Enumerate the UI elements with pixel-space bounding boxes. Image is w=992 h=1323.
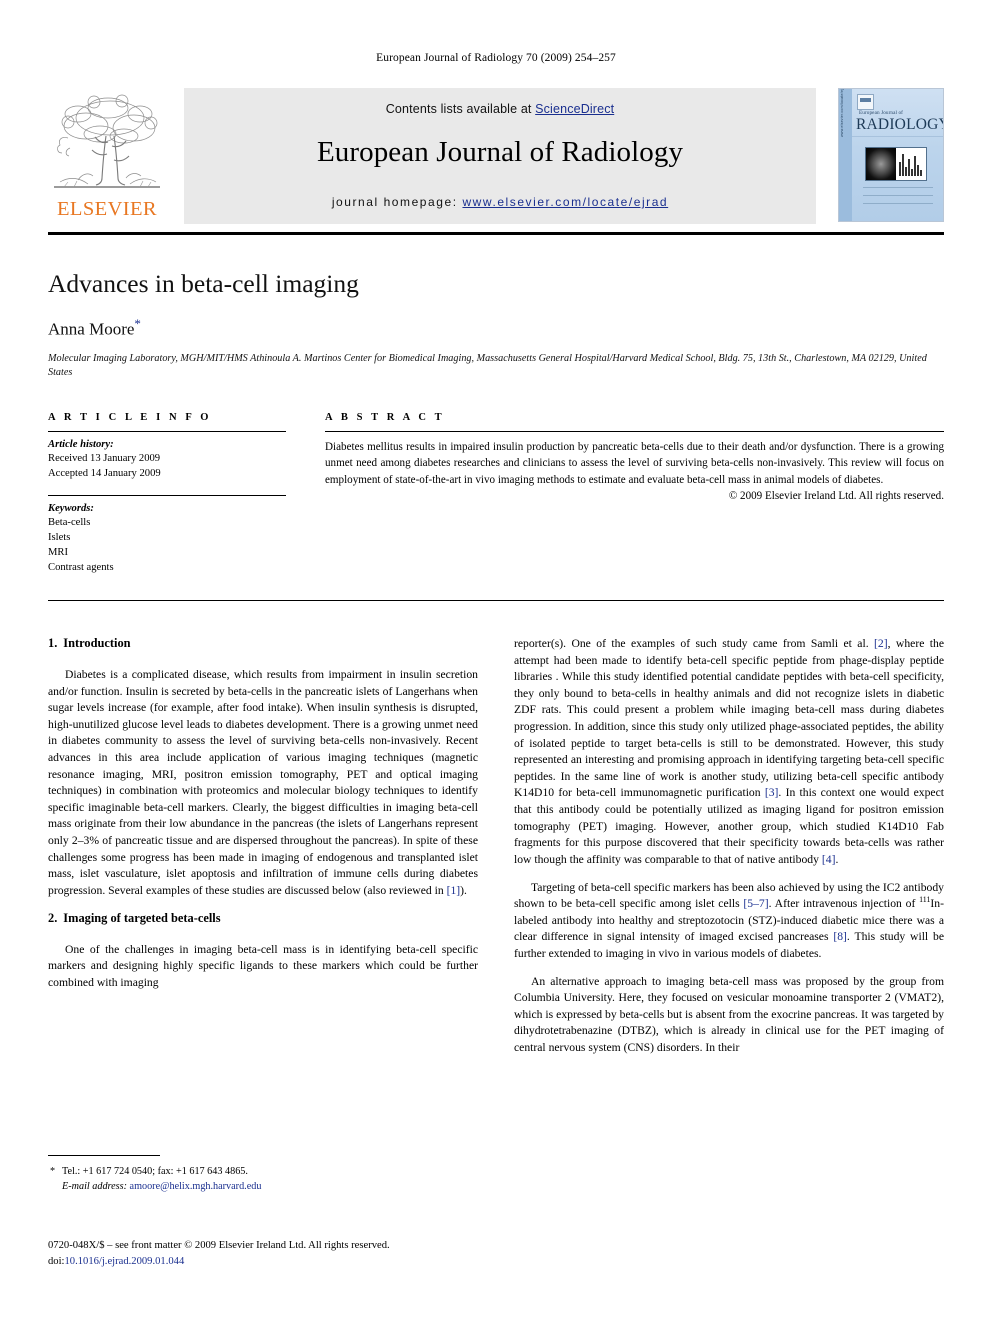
title-block: Advances in beta-cell imaging Anna Moore… bbox=[48, 269, 944, 381]
author-label: Anna Moore bbox=[48, 319, 135, 339]
keyword-item: Islets bbox=[48, 532, 71, 544]
abstract-heading: A B S T R A C T bbox=[325, 412, 445, 423]
paragraph-text: , where the attempt had been made to ide… bbox=[514, 637, 945, 800]
keyword-item: MRI bbox=[48, 547, 69, 559]
author-affiliation: Molecular Imaging Laboratory, MGH/MIT/HM… bbox=[48, 352, 927, 379]
page-title: Advances in beta-cell imaging bbox=[48, 269, 359, 298]
journal-homepage-link[interactable]: www.elsevier.com/locate/ejrad bbox=[462, 195, 668, 209]
paragraph-intro: Diabetes is a complicated disease, which… bbox=[48, 667, 478, 900]
paragraph-text: Diabetes is a complicated disease, which… bbox=[48, 668, 478, 897]
paragraph-targeting: Targeting of beta-cell specific markers … bbox=[514, 880, 944, 963]
paragraph-text: One of the challenges in imaging beta-ce… bbox=[48, 942, 478, 989]
citation-link-5-7[interactable]: [5–7] bbox=[743, 897, 768, 910]
journal-masthead: ELSEVIER Contents lists available at Sci… bbox=[48, 88, 944, 224]
running-head: European Journal of Radiology 70 (2009) … bbox=[376, 52, 616, 64]
article-info-column: A R T I C L E I N F O Article history: R… bbox=[48, 412, 286, 575]
body-column-left: 1. Introduction Diabetes is a complicated… bbox=[48, 636, 478, 1002]
cover-figure-image bbox=[865, 147, 927, 181]
keywords-block: Keywords: Beta-cells Islets MRI Contrast… bbox=[48, 495, 286, 575]
footnote-marker: * bbox=[50, 1166, 56, 1177]
article-history-accepted: Accepted 14 January 2009 bbox=[48, 468, 161, 480]
cover-spine-text: www.elsevier.com/locate/ejrad bbox=[840, 88, 844, 137]
cover-divider bbox=[852, 136, 943, 137]
doi-label: doi: bbox=[48, 1255, 65, 1267]
keyword-item: Contrast agents bbox=[48, 562, 114, 574]
article-history-label: Article history: bbox=[48, 439, 114, 450]
cover-brain-scan-icon bbox=[866, 148, 896, 180]
cover-text-lines bbox=[863, 187, 933, 211]
footnote-email: E-mail address: amoore@helix.mgh.harvard… bbox=[48, 1180, 478, 1195]
paragraph-imaging-part1: One of the challenges in imaging beta-ce… bbox=[48, 942, 478, 992]
citation-link-2[interactable]: [2] bbox=[874, 637, 888, 650]
body-column-right: reporter(s). One of the examples of such… bbox=[514, 636, 944, 1068]
citation-link-8[interactable]: [8] bbox=[833, 930, 847, 943]
footnote-contact: * Tel.: +1 617 724 0540; fax: +1 617 643 … bbox=[48, 1165, 478, 1180]
keyword-item: Beta-cells bbox=[48, 517, 91, 529]
article-info-heading: A R T I C L E I N F O bbox=[48, 412, 212, 423]
contents-prefix: Contents lists available at bbox=[385, 102, 536, 116]
body-columns: 1. Introduction Diabetes is a complicated… bbox=[48, 636, 944, 1236]
contents-available-line: Contents lists available at ScienceDirec… bbox=[184, 102, 816, 116]
doi-link[interactable]: 10.1016/j.ejrad.2009.01.044 bbox=[64, 1256, 184, 1267]
journal-homepage-line: journal homepage: www.elsevier.com/locat… bbox=[184, 195, 816, 209]
paper-page: European Journal of Radiology 70 (2009) … bbox=[0, 0, 992, 1323]
journal-cover-thumbnail: www.elsevier.com/locate/ejrad European J… bbox=[838, 88, 944, 222]
citation-link-4[interactable]: [4] bbox=[822, 853, 836, 866]
section-number: 1. bbox=[48, 636, 58, 650]
abstract-rule bbox=[325, 431, 944, 432]
elsevier-logo: ELSEVIER bbox=[48, 92, 166, 220]
paragraph-text: . bbox=[835, 852, 839, 866]
keywords-rule bbox=[48, 495, 286, 497]
elsevier-tree-icon bbox=[54, 94, 160, 188]
footnote-rule bbox=[48, 1155, 160, 1156]
section-heading-introduction: 1. Introduction bbox=[48, 636, 478, 651]
elsevier-wordmark: ELSEVIER bbox=[57, 197, 157, 220]
paragraph-tail: ). bbox=[460, 883, 467, 897]
article-history-received: Received 13 January 2009 bbox=[48, 453, 161, 464]
issn-front-matter: 0720-048X/$ – see front matter © 2009 El… bbox=[48, 1240, 390, 1251]
paragraph-text: . After intravenous injection of bbox=[768, 897, 920, 911]
journal-title: European Journal of Radiology bbox=[316, 136, 684, 168]
footnote-contact-text: Tel.: +1 617 724 0540; fax: +1 617 643 4… bbox=[62, 1166, 248, 1177]
corresponding-author-marker[interactable]: * bbox=[134, 316, 141, 331]
article-info-rule bbox=[48, 431, 286, 432]
issn-copyright-block: 0720-048X/$ – see front matter © 2009 El… bbox=[48, 1238, 478, 1270]
citation-link-3[interactable]: [3] bbox=[765, 786, 779, 799]
paragraph-vmat2: An alternative approach to imaging beta-… bbox=[514, 974, 944, 1055]
section-number: 2. bbox=[48, 910, 58, 925]
author-name: Anna Moore* bbox=[48, 316, 944, 340]
doi-line: doi:10.1016/j.ejrad.2009.01.044 bbox=[48, 1254, 478, 1270]
footnote-block: * Tel.: +1 617 724 0540; fax: +1 617 643 … bbox=[48, 1155, 478, 1195]
email-label: E-mail address: bbox=[62, 1180, 127, 1192]
keywords-label: Keywords: bbox=[48, 503, 94, 515]
masthead-bottom-rule bbox=[48, 232, 944, 235]
abstract-text: Diabetes mellitus results in impaired in… bbox=[325, 441, 944, 486]
sciencedirect-link[interactable]: ScienceDirect bbox=[535, 102, 614, 116]
section-heading-imaging: 2. Imaging of targeted beta-cells bbox=[48, 911, 478, 926]
abstract-bottom-rule bbox=[48, 600, 944, 601]
citation-link-1[interactable]: [1] bbox=[447, 884, 461, 897]
homepage-prefix: journal homepage: bbox=[331, 195, 463, 209]
section-title: Introduction bbox=[63, 636, 131, 650]
email-link[interactable]: amoore@helix.mgh.harvard.edu bbox=[130, 1181, 262, 1192]
abstract-column: A B S T R A C T Diabetes mellitus result… bbox=[325, 412, 944, 502]
paragraph-imaging-part2: reporter(s). One of the examples of such… bbox=[514, 636, 944, 869]
cover-spectrum-plot-icon bbox=[896, 148, 926, 180]
cover-journal-line2: RADIOLOGY bbox=[856, 116, 944, 133]
masthead-center-band: Contents lists available at ScienceDirec… bbox=[184, 88, 816, 224]
cover-elsevier-mark-icon bbox=[857, 94, 874, 110]
paragraph-text: reporter(s). One of the examples of such… bbox=[514, 637, 875, 650]
section-title: Imaging of targeted beta-cells bbox=[63, 910, 221, 925]
isotope-superscript: 111 bbox=[919, 895, 931, 905]
abstract-copyright: © 2009 Elsevier Ireland Ltd. All rights … bbox=[728, 489, 944, 502]
